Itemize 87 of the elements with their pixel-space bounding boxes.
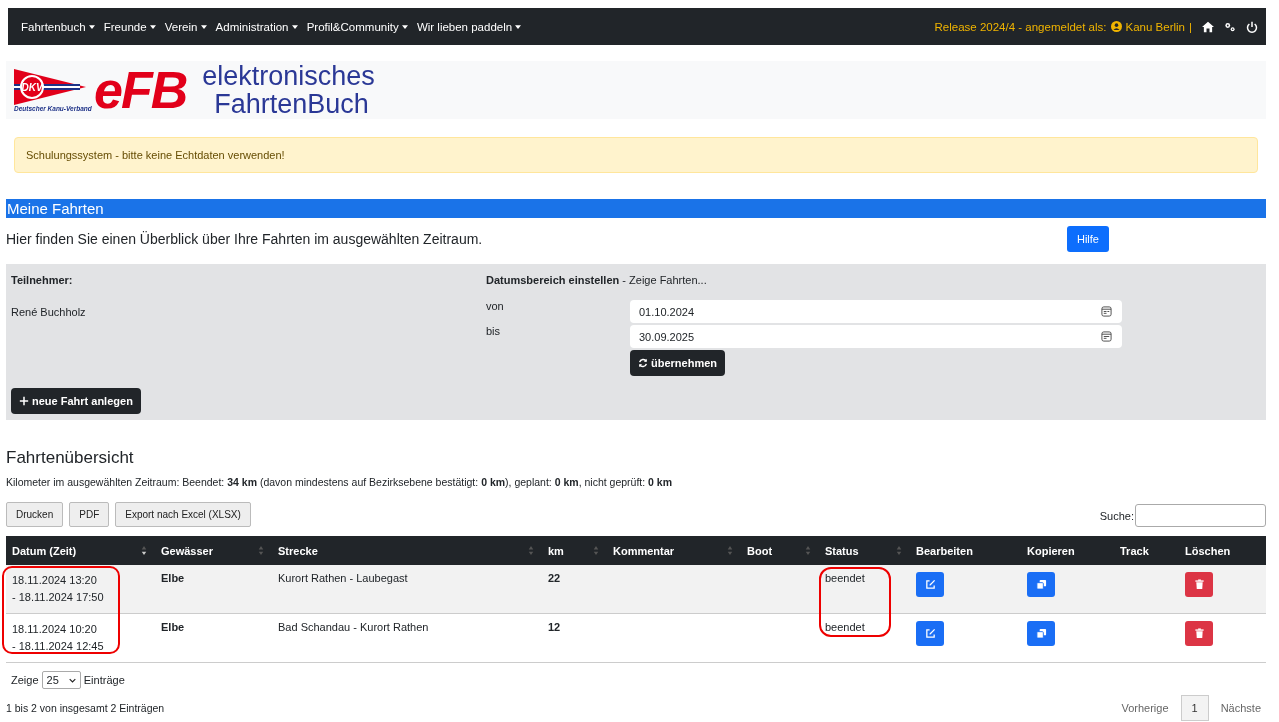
nav-menu[interactable]: Freunde — [103, 20, 156, 33]
delete-button[interactable] — [1185, 572, 1213, 597]
copy-icon — [1035, 579, 1047, 590]
from-label: von — [486, 300, 505, 312]
copy-button[interactable] — [1027, 621, 1055, 646]
caret-icon — [515, 25, 522, 30]
search-label: Suche: — [1099, 509, 1134, 522]
table-info: 1 bis 2 von insgesamt 2 Einträgen — [6, 702, 165, 714]
column-header[interactable]: Boot — [741, 536, 819, 565]
settings-icon[interactable] — [1224, 20, 1236, 33]
calendar-icon[interactable] — [1101, 306, 1112, 317]
logo-title: elektronisches — [202, 61, 375, 90]
column-header[interactable]: Gewässer — [155, 536, 272, 565]
table-cell: Elbe — [155, 565, 272, 614]
table-cell: 22 — [542, 565, 607, 614]
column-header: Bearbeiten — [910, 536, 1021, 565]
page-size-select[interactable]: 25 — [41, 671, 81, 689]
plus-icon — [19, 396, 29, 406]
table-cell: 12 — [542, 613, 607, 663]
copy-button[interactable] — [1027, 572, 1055, 597]
column-header[interactable]: Strecke — [272, 536, 542, 565]
copy-icon — [1035, 628, 1047, 639]
column-header[interactable]: Status — [819, 536, 910, 565]
column-header[interactable]: km — [542, 536, 607, 565]
column-header: Kopieren — [1021, 536, 1114, 565]
column-header: Track — [1114, 536, 1179, 565]
chevron-icon — [68, 677, 76, 683]
next-link[interactable]: Nächste — [1220, 702, 1261, 714]
search-field[interactable] — [1135, 504, 1266, 527]
help-button[interactable]: Hilfe — [1067, 226, 1109, 252]
power-icon[interactable] — [1246, 20, 1258, 33]
caret-icon — [200, 25, 207, 30]
export-button[interactable]: PDF — [69, 502, 110, 527]
to-label: bis — [486, 325, 502, 337]
column-header: Löschen — [1179, 536, 1266, 565]
pennant-logo: DKV — [14, 68, 86, 105]
caret-icon — [88, 25, 95, 30]
page-button[interactable]: 1 — [1180, 695, 1209, 721]
table-cell: Bad Schandau - Kurort Rathen — [272, 613, 542, 663]
user-icon — [1110, 21, 1122, 32]
to-date-field[interactable]: 30.09.2025 — [630, 325, 1122, 348]
nav-menu[interactable]: Fahrtenbuch — [21, 20, 95, 33]
new-trip-button[interactable]: neue Fahrt anlegen — [11, 388, 141, 414]
column-header[interactable]: Datum (Zeit) — [6, 536, 155, 565]
from-date-field[interactable]: 01.10.2024 — [630, 300, 1122, 323]
trash-icon — [1193, 579, 1205, 590]
table-cell: Elbe — [155, 613, 272, 663]
caret-icon — [401, 25, 408, 30]
nav-menu[interactable]: Administration — [215, 20, 298, 33]
length-label: Einträge — [83, 674, 125, 686]
trash-icon — [1193, 628, 1205, 639]
warning-alert: Schulungssystem - bitte keine Echtdaten verwenden! — [14, 137, 1258, 173]
edit-button[interactable] — [916, 621, 944, 646]
table-cell: Kurort Rathen - Laubegast — [272, 565, 542, 614]
section-description: Hier finden Sie einen Überblick über Ihre Fahrten im ausgewählten Zeitraum. — [6, 231, 483, 247]
delete-button[interactable] — [1185, 621, 1213, 646]
km-summary: Kilometer im ausgewählten Zeitraum: Beendet: 34 km (davon mindestens auf Bezirksebene bestätigt: 0 km), geplant: 0 km, nicht geprüft: 0 km — [6, 476, 674, 488]
logo-title: FahrtenBuch — [213, 90, 370, 119]
date-range-title: Datumsbereich einstellen - Zeige Fahrten... — [486, 274, 708, 286]
length-label: Zeige — [11, 674, 39, 686]
logo-wordmark: eFB — [94, 64, 187, 116]
previous-link[interactable]: Vorherige — [1121, 702, 1169, 714]
caret-icon — [291, 25, 298, 30]
section-title: Meine Fahrten — [6, 199, 1266, 218]
sort-icon[interactable] — [141, 545, 147, 556]
export-button[interactable]: Drucken — [6, 502, 64, 527]
participant-label: Teilnehmer: — [11, 274, 74, 286]
overview-title: Fahrtenübersicht — [6, 448, 135, 468]
user-link[interactable]: Kanu Berlin — [1125, 20, 1185, 33]
refresh-icon — [638, 358, 648, 368]
column-header[interactable]: Kommentar — [607, 536, 741, 565]
export-button[interactable]: Export nach Excel (XLSX) — [115, 502, 251, 527]
participant-name: René Buchholz — [11, 306, 87, 318]
caret-icon — [149, 25, 156, 30]
nav-menu[interactable]: Profil&Community — [306, 20, 408, 33]
table-cell: beendet — [819, 613, 910, 663]
release-text: Release 2024/4 - angemeldet als: — [934, 20, 1107, 33]
edit-button[interactable] — [916, 572, 944, 597]
edit-icon — [924, 628, 936, 639]
nav-menu[interactable]: Verein — [164, 20, 207, 33]
apply-button[interactable]: übernehmen — [630, 350, 725, 376]
home-icon[interactable] — [1202, 20, 1214, 33]
edit-icon — [924, 579, 936, 590]
nav-menu[interactable]: Wir lieben paddeln — [416, 20, 522, 33]
separator-text: | — [1189, 20, 1192, 33]
table-cell: 18.11.2024 10:20 - 18.11.2024 12:45 — [6, 613, 155, 663]
calendar-icon[interactable] — [1101, 331, 1112, 342]
